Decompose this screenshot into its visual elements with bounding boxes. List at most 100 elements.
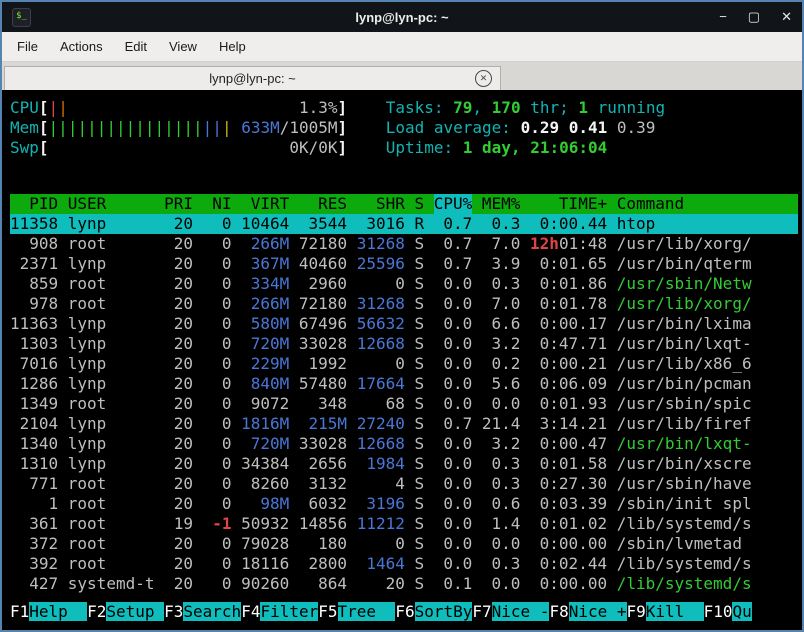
cell-pid: 2104 xyxy=(10,414,58,434)
menu-item-actions[interactable]: Actions xyxy=(49,32,114,61)
cell-user: systemd-t xyxy=(68,574,155,594)
cell-mem: 7.0 xyxy=(482,294,521,314)
column-header-s[interactable]: S xyxy=(414,194,424,214)
load-average-summary: Load average: 0.29 0.41 0.39 xyxy=(386,118,656,138)
fkey-f2[interactable]: F2Setup xyxy=(87,602,164,621)
cell-pri: 20 xyxy=(164,554,193,574)
process-row[interactable]: 11358lynp2001046435443016R0.70.30:00.44h… xyxy=(10,214,798,234)
process-row[interactable]: 859root200334M29600S0.00.30:01.86/usr/sb… xyxy=(10,274,798,294)
process-row[interactable]: 372root200790281800S0.00.00:00.00/sbin/l… xyxy=(10,534,798,554)
cell-command: /usr/lib/xorg/ xyxy=(617,234,798,254)
cell-shr: 0 xyxy=(357,354,405,374)
process-row[interactable]: 392root2001811628001464S0.00.30:02.44/li… xyxy=(10,554,798,574)
process-row[interactable]: 1286lynp200840M5748017664S0.05.60:06.09/… xyxy=(10,374,798,394)
close-button[interactable]: ✕ xyxy=(781,2,792,32)
column-header-virt[interactable]: VIRT xyxy=(241,194,289,214)
fkey-f8[interactable]: F8Nice + xyxy=(549,602,626,621)
cell-pri: 19 xyxy=(164,514,193,534)
minimize-button[interactable]: − xyxy=(719,2,727,32)
process-row[interactable]: 771root200826031324S0.00.30:27.30/usr/sb… xyxy=(10,474,798,494)
cell-cpu: 0.0 xyxy=(434,274,473,294)
cell-cpu: 0.0 xyxy=(434,354,473,374)
cell-virt: 367M xyxy=(241,254,289,274)
cell-s: S xyxy=(414,554,424,574)
process-row[interactable]: 1303lynp200720M3302812668S0.03.20:47.71/… xyxy=(10,334,798,354)
terminal-screen[interactable]: CPU[||1.3%]Tasks: 79, 170 thr; 1 running… xyxy=(2,90,802,630)
fkey-f5[interactable]: F5Tree xyxy=(318,602,395,621)
fkey-f3[interactable]: F3Search xyxy=(164,602,241,621)
menu-item-file[interactable]: File xyxy=(6,32,49,61)
cell-res: 3544 xyxy=(299,214,347,234)
process-row[interactable]: 11363lynp200580M6749656632S0.06.60:00.17… xyxy=(10,314,798,334)
cell-command: /usr/sbin/have xyxy=(617,474,798,494)
column-header-user[interactable]: USER xyxy=(68,194,155,214)
cell-shr: 31268 xyxy=(357,234,405,254)
menu-item-view[interactable]: View xyxy=(158,32,208,61)
fkey-f10[interactable]: F10Qu xyxy=(704,602,752,621)
column-header-pid[interactable]: PID xyxy=(10,194,58,214)
process-row[interactable]: 908root200266M7218031268S0.77.012h01:48/… xyxy=(10,234,798,254)
cell-pri: 20 xyxy=(164,474,193,494)
cell-time: 0:00.17 xyxy=(530,314,607,334)
cell-command: /usr/bin/pcman xyxy=(617,374,798,394)
column-header-mem[interactable]: MEM% xyxy=(482,194,521,214)
cell-res: 180 xyxy=(299,534,347,554)
menu-item-help[interactable]: Help xyxy=(208,32,257,61)
cell-cpu: 0.1 xyxy=(434,574,473,594)
fkey-f6[interactable]: F6SortBy xyxy=(395,602,472,621)
cell-time: 0:00.47 xyxy=(530,434,607,454)
column-header-time[interactable]: TIME+ xyxy=(530,194,607,214)
cell-virt: 79028 xyxy=(241,534,289,554)
column-header-command[interactable]: Command xyxy=(617,194,798,214)
cell-user: root xyxy=(68,514,155,534)
cell-virt: 8260 xyxy=(241,474,289,494)
fkey-f1[interactable]: F1Help xyxy=(10,602,87,621)
column-header-pri[interactable]: PRI xyxy=(164,194,193,214)
process-row[interactable]: 2104lynp2001816M215M27240S0.721.43:14.21… xyxy=(10,414,798,434)
cell-ni: 0 xyxy=(203,574,232,594)
cell-mem: 0.6 xyxy=(482,494,521,514)
tab-terminal[interactable]: lynp@lyn-pc: ~ ✕ xyxy=(4,66,501,90)
cell-virt: 50932 xyxy=(241,514,289,534)
column-header-res[interactable]: RES xyxy=(299,194,347,214)
cell-pri: 20 xyxy=(164,374,193,394)
process-row[interactable]: 361root19-1509321485611212S0.01.40:01.02… xyxy=(10,514,798,534)
cell-pid: 427 xyxy=(10,574,58,594)
process-row[interactable]: 1340lynp200720M3302812668S0.03.20:00.47/… xyxy=(10,434,798,454)
cell-mem: 21.4 xyxy=(482,414,521,434)
cell-pid: 1340 xyxy=(10,434,58,454)
cell-virt: 580M xyxy=(241,314,289,334)
cell-res: 864 xyxy=(299,574,347,594)
process-row[interactable]: 978root200266M7218031268S0.07.00:01.78/u… xyxy=(10,294,798,314)
column-header-shr[interactable]: SHR xyxy=(357,194,405,214)
cell-command: /usr/bin/lxima xyxy=(617,314,798,334)
cell-command: /lib/systemd/s xyxy=(617,574,798,594)
cell-time: 0:01.65 xyxy=(530,254,607,274)
cell-virt: 18116 xyxy=(241,554,289,574)
menu-item-edit[interactable]: Edit xyxy=(114,32,158,61)
cell-time: 0:01.93 xyxy=(530,394,607,414)
process-row[interactable]: 1root20098M60323196S0.00.60:03.39/sbin/i… xyxy=(10,494,798,514)
process-row[interactable]: 427systemd-t2009026086420S0.10.00:00.00/… xyxy=(10,574,798,594)
process-row[interactable]: 7016lynp200229M19920S0.00.20:00.21/usr/l… xyxy=(10,354,798,374)
cell-cpu: 0.0 xyxy=(434,334,473,354)
maximize-button[interactable]: ▢ xyxy=(748,2,760,32)
cell-ni: 0 xyxy=(203,374,232,394)
cell-res: 67496 xyxy=(299,314,347,334)
cell-ni: 0 xyxy=(203,234,232,254)
column-header-ni[interactable]: NI xyxy=(203,194,232,214)
fkey-f4[interactable]: F4Filter xyxy=(241,602,318,621)
process-row[interactable]: 2371lynp200367M4046025596S0.73.90:01.65/… xyxy=(10,254,798,274)
cell-user: lynp xyxy=(68,434,155,454)
tab-close-icon[interactable]: ✕ xyxy=(475,70,492,87)
process-row[interactable]: 1310lynp2003438426561984S0.00.30:01.58/u… xyxy=(10,454,798,474)
cell-user: lynp xyxy=(68,414,155,434)
column-header-cpu[interactable]: CPU% xyxy=(434,194,473,214)
cell-shr: 25596 xyxy=(357,254,405,274)
fkey-f9[interactable]: F9Kill xyxy=(627,602,704,621)
fkey-f7[interactable]: F7Nice - xyxy=(472,602,549,621)
process-row[interactable]: 1349root200907234868S0.00.00:01.93/usr/s… xyxy=(10,394,798,414)
cell-user: root xyxy=(68,494,155,514)
cell-user: lynp xyxy=(68,334,155,354)
cell-virt: 9072 xyxy=(241,394,289,414)
